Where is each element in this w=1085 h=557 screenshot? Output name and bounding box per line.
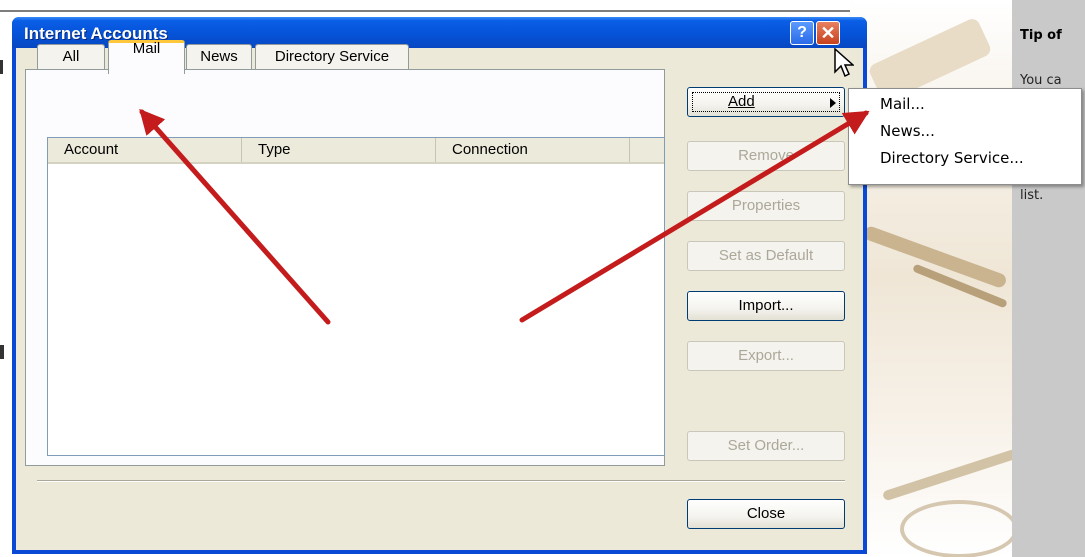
- tip-title: Tip of: [1020, 28, 1062, 43]
- export-button[interactable]: Export...: [687, 341, 845, 371]
- submenu-arrow-icon: [830, 98, 836, 108]
- background-edge-mark: [0, 345, 4, 359]
- set-as-default-button[interactable]: Set as Default: [687, 241, 845, 271]
- column-account[interactable]: Account: [48, 138, 242, 162]
- tab-directory-service[interactable]: Directory Service: [255, 44, 409, 69]
- column-connection[interactable]: Connection: [436, 138, 630, 162]
- add-button[interactable]: Add: [687, 87, 845, 117]
- help-icon[interactable]: ?: [790, 21, 814, 45]
- focus-rect: [692, 92, 840, 112]
- set-order-button[interactable]: Set Order...: [687, 431, 845, 461]
- close-icon[interactable]: ✕: [816, 21, 840, 45]
- menu-item-news[interactable]: News...: [880, 122, 935, 140]
- list-header: Account Type Connection: [48, 138, 664, 164]
- menu-item-mail[interactable]: Mail...: [880, 95, 925, 113]
- tab-news[interactable]: News: [186, 44, 252, 69]
- tab-all[interactable]: All: [37, 44, 105, 69]
- add-menu: Mail... News... Directory Service...: [848, 88, 1082, 185]
- import-button[interactable]: Import...: [687, 291, 845, 321]
- column-type[interactable]: Type: [242, 138, 436, 162]
- background-edge-mark: [0, 60, 3, 74]
- menu-item-directory-service[interactable]: Directory Service...: [880, 149, 1024, 167]
- remove-button[interactable]: Remove: [687, 141, 845, 171]
- separator: [37, 480, 845, 482]
- mouse-pointer-icon: [834, 48, 854, 78]
- close-button[interactable]: Close: [687, 499, 845, 529]
- tab-mail[interactable]: Mail: [108, 40, 185, 74]
- properties-button[interactable]: Properties: [687, 191, 845, 221]
- background-pen-artwork: [850, 0, 1012, 557]
- accounts-list[interactable]: Account Type Connection: [47, 137, 665, 456]
- tip-body-end: list.: [1020, 188, 1044, 203]
